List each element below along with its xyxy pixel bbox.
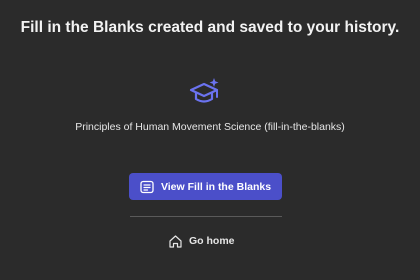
- go-home-button[interactable]: Go home: [168, 231, 235, 251]
- divider: [130, 216, 282, 217]
- view-fill-in-the-blanks-button[interactable]: View Fill in the Blanks: [129, 173, 282, 200]
- document-title: Principles of Human Movement Science (fi…: [75, 121, 345, 133]
- confirmation-title: Fill in the Blanks created and saved to …: [20, 19, 400, 36]
- view-button-label: View Fill in the Blanks: [160, 180, 272, 193]
- go-home-label: Go home: [189, 235, 235, 247]
- graduation-cap-sparkle-icon: [189, 78, 219, 103]
- home-icon: [169, 234, 182, 248]
- document-list-icon: [140, 180, 154, 193]
- completion-panel: Fill in the Blanks created and saved to …: [0, 0, 420, 280]
